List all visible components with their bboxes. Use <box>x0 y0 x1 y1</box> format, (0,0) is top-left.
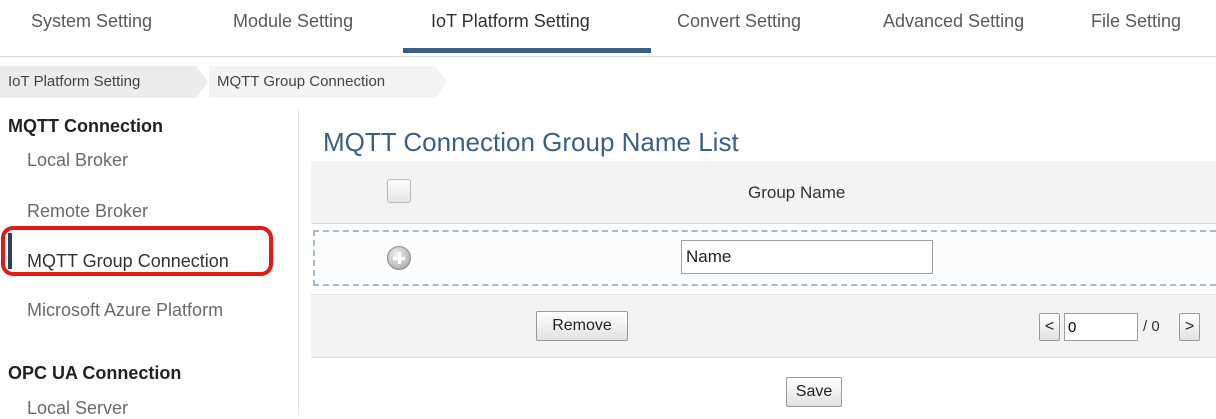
save-button[interactable]: Save <box>786 377 842 407</box>
group-name-input[interactable] <box>681 240 933 274</box>
sidebar: MQTT Connection Local Broker Remote Brok… <box>0 110 299 418</box>
add-circle-icon[interactable] <box>387 246 411 270</box>
tab-advanced-setting[interactable]: Advanced Setting <box>883 11 1024 32</box>
breadcrumb-item-iot-platform-setting[interactable]: IoT Platform Setting <box>0 66 140 98</box>
page-title: MQTT Connection Group Name List <box>323 127 739 157</box>
sidebar-item-remote-broker[interactable]: Remote Broker <box>27 201 148 222</box>
page-number-input[interactable] <box>1064 313 1138 341</box>
group-name-column-header: Group Name <box>748 183 846 202</box>
sidebar-item-local-broker[interactable]: Local Broker <box>27 150 128 171</box>
tab-system-setting[interactable]: System Setting <box>31 11 152 32</box>
active-tab-indicator <box>403 48 651 53</box>
breadcrumb: IoT Platform Setting MQTT Group Connecti… <box>0 66 460 98</box>
sidebar-item-local-server[interactable]: Local Server <box>27 398 128 419</box>
tab-module-setting[interactable]: Module Setting <box>233 11 353 32</box>
sidebar-heading-opc-ua-connection: OPC UA Connection <box>8 363 182 383</box>
new-group-row <box>313 230 1216 286</box>
previous-page-button[interactable]: < <box>1039 313 1060 341</box>
tab-convert-setting[interactable]: Convert Setting <box>677 11 801 32</box>
table-footer: Remove < / 0 > <box>311 294 1216 358</box>
breadcrumb-item-mqtt-group-connection: MQTT Group Connection <box>217 73 386 90</box>
page-total-label: / 0 <box>1143 318 1160 335</box>
sidebar-item-microsoft-azure-platform[interactable]: Microsoft Azure Platform <box>27 300 223 321</box>
next-page-button[interactable]: > <box>1179 313 1200 341</box>
remove-button[interactable]: Remove <box>536 311 628 341</box>
select-all-checkbox[interactable] <box>387 179 411 203</box>
top-tab-bar: System Setting Module Setting IoT Platfo… <box>0 0 1216 57</box>
table-header: Group Name <box>311 161 1216 224</box>
tab-iot-platform-setting[interactable]: IoT Platform Setting <box>431 11 590 32</box>
tab-file-setting[interactable]: File Setting <box>1091 11 1181 32</box>
highlight-annotation <box>1 226 273 276</box>
sidebar-heading-mqtt-connection: MQTT Connection <box>8 116 163 136</box>
